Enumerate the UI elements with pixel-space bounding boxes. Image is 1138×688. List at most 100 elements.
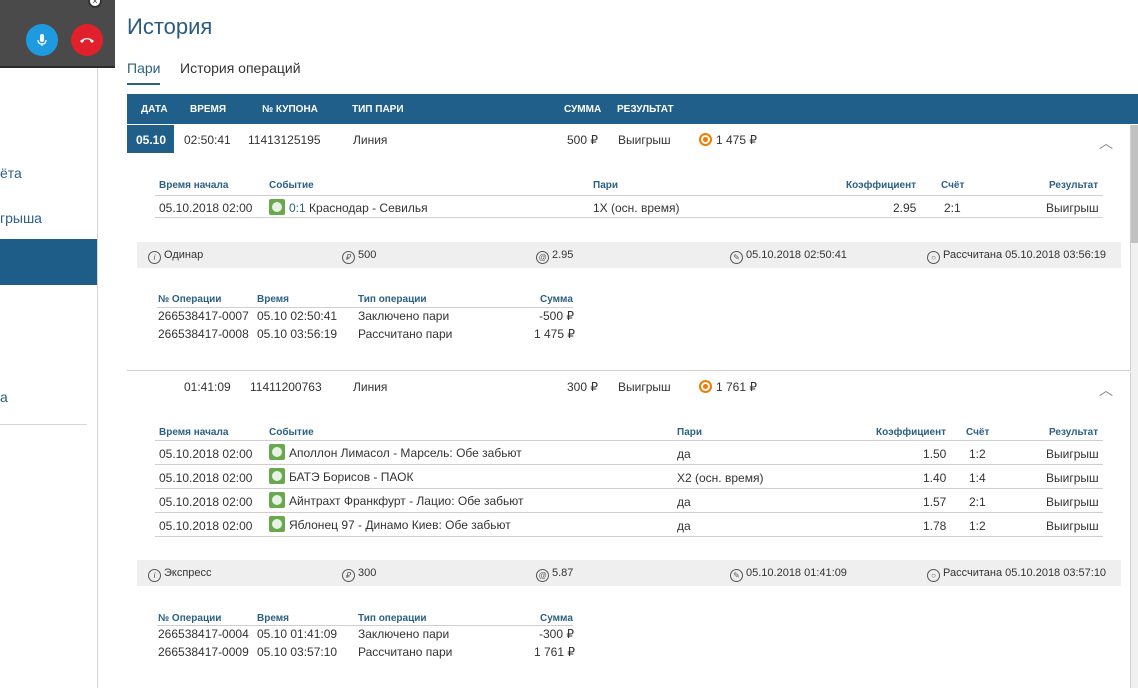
op-type: Заключено пари [358,309,450,323]
bet-row[interactable]: 01:41:09 11411200763 Линия 300 ₽ Выигрыш… [127,372,1131,402]
close-icon[interactable]: × [88,0,102,8]
op-sum: 1 761 ₽ [534,645,575,659]
divider [155,464,1103,465]
scrollbar[interactable] [1131,125,1138,688]
placed-icon: ✎ [730,569,743,582]
football-icon [269,199,285,215]
event-cell: БАТЭ Борисов - ПАОК [269,468,413,484]
events-head-start: Время начала [159,180,229,191]
summary-coef: 5.87 [552,567,574,579]
sidebar-item-winnings[interactable]: грыша [0,210,42,226]
col-time[interactable]: ВРЕМЯ [190,104,226,115]
event-result: Выигрыш [1046,447,1099,461]
ruble-icon: ₽ [342,569,355,582]
event-result: Выигрыш [1046,495,1099,509]
score-link[interactable]: 0:1 [289,201,306,215]
op-type: Рассчитано пари [358,645,453,659]
football-icon [269,468,285,484]
op-type: Заключено пари [358,627,450,641]
payout-value: 1 761 ₽ [716,380,757,394]
ops-head-sum: Сумма [540,613,573,624]
ops-head-type: Тип операции [358,294,427,305]
event-bet: 1X (осн. время) [593,201,680,215]
bet-card: 05.10 02:50:41 11413125195 Линия 500 ₽ В… [127,125,1131,371]
ops-head-sum: Сумма [540,294,573,305]
ops-head-time: Время [257,294,289,305]
sidebar-item-account[interactable]: ёта [0,165,22,181]
event-bet: да [677,519,691,533]
summary-settled: Рассчитана 05.10.2018 03:57:10 [943,567,1107,579]
event-coef: 2.95 [893,201,917,215]
op-id: 266538417-0007 [158,309,249,323]
bet-type: Линия [353,380,388,394]
op-sum: -500 ₽ [539,309,574,323]
event-name: Яблонец 97 - Динамо Киев: Обе забьют [289,518,511,532]
events-head-coef: Коэффициент [876,427,947,438]
op-id: 266538417-0008 [158,327,249,341]
event-name: Аполлон Лимасол - Марсель: Обе забьют [289,446,522,460]
chevron-up-icon[interactable]: ︿ [1099,133,1113,153]
event-cell: 0:1 Краснодар - Севилья [269,199,428,215]
event-coef: 1.57 [923,495,947,509]
event-coef: 1.40 [923,471,947,485]
bet-summary: i Одинар ₽500 @2.95 ✎ 05.10.2018 02:50:41 … [137,242,1121,268]
divider [155,440,1103,441]
ruble-icon: ₽ [342,251,355,264]
bet-sum: 300 ₽ [567,380,598,394]
op-time: 05.10 03:57:10 [257,645,338,659]
op-time: 05.10 01:41:09 [257,627,338,641]
event-score: 1:4 [969,471,986,485]
summary-kind: Одинар [164,249,204,261]
divider [155,195,1103,196]
events-head-result: Результат [1049,427,1099,438]
op-sum: -300 ₽ [539,627,574,641]
bet-coupon: 11413125195 [248,133,321,147]
col-date[interactable]: ДАТА [141,104,168,115]
bet-sum: 500 ₽ [567,133,598,147]
col-bet-type[interactable]: ТИП ПАРИ [352,104,404,115]
hang-up-button[interactable] [71,24,103,56]
col-coupon[interactable]: № КУПОНА [262,104,318,115]
chevron-up-icon[interactable]: ︿ [1099,380,1113,400]
main-content: История Пари История операций ДАТА ВРЕМЯ… [127,0,1138,688]
microphone-button[interactable] [26,24,58,56]
event-score: 1:2 [969,519,986,533]
summary-placed: 05.10.2018 02:50:41 [746,249,847,261]
col-result[interactable]: РЕЗУЛЬТАТ [617,104,674,115]
ops-head-time: Время [257,613,289,624]
football-icon [269,492,285,508]
events-head-bet: Пари [677,427,703,438]
divider [155,512,1103,513]
bet-row[interactable]: 05.10 02:50:41 11413125195 Линия 500 ₽ В… [127,125,1131,155]
sidebar-divider [0,424,87,425]
col-sum[interactable]: СУММА [564,104,601,115]
bet-time: 02:50:41 [184,133,231,147]
divider [155,488,1103,489]
summary-kind: Экспресс [164,567,212,579]
divider [155,536,1103,537]
bet-result: Выигрыш [618,380,671,394]
event-start: 05.10.2018 02:00 [159,201,253,215]
date-badge: 05.10 [127,125,174,153]
op-time: 05.10 03:56:19 [257,327,338,341]
bet-type: Линия [353,133,388,147]
divider [155,217,1103,218]
bet-card: 01:41:09 11411200763 Линия 300 ₽ Выигрыш… [127,372,1131,688]
bet-payout: 1 761 ₽ [699,380,757,394]
event-start: 05.10.2018 02:00 [159,471,253,485]
phone-hangup-icon [80,38,94,43]
sidebar-item-other[interactable]: а [0,389,8,405]
ops-head-id: № Операции [158,294,222,305]
bet-payout: 1 475 ₽ [699,133,757,147]
page-title: История [127,14,213,39]
bet-result: Выигрыш [618,133,671,147]
sidebar-item-history[interactable] [0,239,97,285]
event-cell: Яблонец 97 - Динамо Киев: Обе забьют [269,516,511,532]
summary-stake: 500 [358,249,377,261]
event-cell: Аполлон Лимасол - Марсель: Обе забьют [269,444,522,460]
scrollbar-thumb[interactable] [1131,125,1138,243]
info-icon: i [148,569,161,582]
tab-bets[interactable]: Пари [127,60,161,85]
summary-settled: Рассчитана 05.10.2018 03:56:19 [943,249,1107,261]
tab-operations-history[interactable]: История операций [180,60,301,83]
